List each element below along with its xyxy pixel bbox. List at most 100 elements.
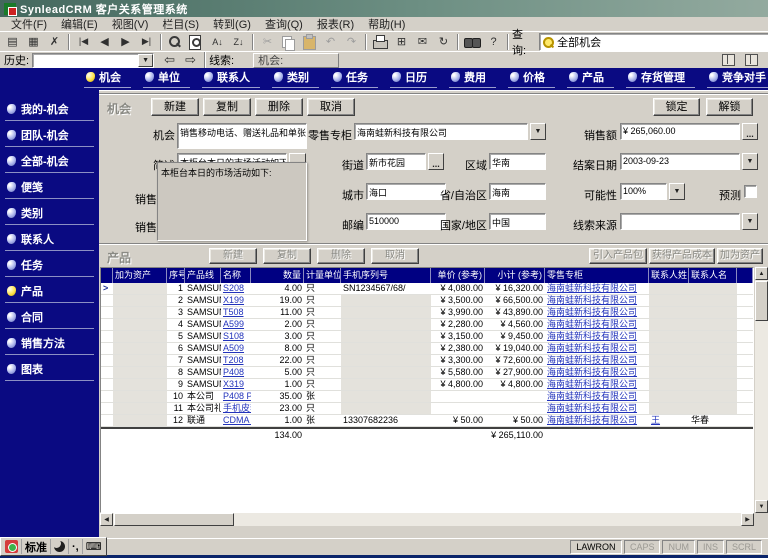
column-header[interactable]: 序号 xyxy=(167,268,185,283)
street-field[interactable]: 新市花园 xyxy=(366,153,426,170)
tab-费用[interactable]: 费用 xyxy=(449,68,496,88)
forecast-checkbox[interactable] xyxy=(744,185,757,198)
sort-asc-icon[interactable]: A↓ xyxy=(207,33,228,51)
cell-name[interactable]: P408 xyxy=(221,367,251,378)
zoom-icon[interactable] xyxy=(165,33,186,51)
cell-name[interactable]: A599 xyxy=(221,319,251,330)
history-dropdown-button[interactable] xyxy=(138,54,153,67)
sidebar-item-全部-机会[interactable]: 全部-机会 xyxy=(5,147,94,173)
column-header[interactable]: 数量 xyxy=(251,268,304,283)
sales-amount-ellipsis-button[interactable] xyxy=(742,123,758,140)
sidebar-item-团队-机会[interactable]: 团队-机会 xyxy=(5,121,94,147)
copy-button[interactable]: 复制 xyxy=(203,98,251,116)
sort-desc-icon[interactable]: Z↓ xyxy=(228,33,249,51)
retail-counter-field[interactable]: 海南蛙新科技有限公司 xyxy=(354,123,528,140)
column-header[interactable] xyxy=(737,268,753,283)
refresh-icon[interactable]: ↻ xyxy=(433,33,454,51)
menu-item[interactable]: 帮助(H) xyxy=(361,16,412,32)
menu-item[interactable]: 查询(Q) xyxy=(258,16,310,32)
sidebar-item-图表[interactable]: 图表 xyxy=(5,355,94,381)
close-date-dropdown-button[interactable] xyxy=(742,153,758,170)
next-record-icon[interactable]: ▶ xyxy=(115,33,136,51)
cell-name[interactable]: T208 xyxy=(221,355,251,366)
delete-button[interactable]: 删除 xyxy=(255,98,303,116)
product-cancel-button[interactable]: 取消 xyxy=(371,248,419,264)
scroll-down-icon[interactable]: ▼ xyxy=(755,500,768,513)
sidebar-item-合同[interactable]: 合同 xyxy=(5,303,94,329)
menu-item[interactable]: 文件(F) xyxy=(4,16,54,32)
ime-logo-segment[interactable] xyxy=(2,539,22,554)
country-field[interactable]: 中国 xyxy=(489,213,546,230)
column-header[interactable]: 零售专柜 xyxy=(545,268,649,283)
cell-counter[interactable]: 海南蛙新科技有限公司 xyxy=(545,331,649,342)
scroll-right-icon[interactable]: ▶ xyxy=(741,513,754,526)
sidebar-item-类别[interactable]: 类别 xyxy=(5,199,94,225)
column-header[interactable]: 小计 (参考) xyxy=(485,268,545,283)
ime-fullhalf-button[interactable] xyxy=(51,539,69,554)
table-row[interactable]: 11本公司礼手机皮套A23.00只海南蛙新科技有限公司 xyxy=(101,403,753,415)
probability-field[interactable]: 100% xyxy=(620,183,667,200)
mail-icon[interactable]: ✉ xyxy=(412,33,433,51)
column-header[interactable]: 名称 xyxy=(221,268,251,283)
tab-单位[interactable]: 单位 xyxy=(143,68,190,88)
column-header[interactable]: 加为资产 xyxy=(113,268,167,283)
column-header[interactable]: 联系人名 xyxy=(689,268,737,283)
sidebar-item-我的-机会[interactable]: 我的-机会 xyxy=(5,95,94,121)
import-product-pack-button[interactable]: 引入产品包 xyxy=(589,248,647,264)
cell-counter[interactable]: 海南蛙新科技有限公司 xyxy=(545,355,649,366)
close-date-field[interactable]: 2003-09-23 xyxy=(620,153,740,170)
horizontal-scroll-thumb[interactable] xyxy=(114,513,234,526)
unlock-button[interactable]: 解锁 xyxy=(706,98,753,116)
cell-counter[interactable]: 海南蛙新科技有限公司 xyxy=(545,367,649,378)
column-header[interactable]: 联系人姓 xyxy=(649,268,689,283)
horizontal-scrollbar[interactable]: ◀ ▶ xyxy=(100,513,754,526)
table-row[interactable]: 8SAMSUNGP4085.00只¥ 5,580.00¥ 27,900.00海南… xyxy=(101,367,753,379)
menu-item[interactable]: 报表(R) xyxy=(310,16,361,32)
column-header[interactable]: 计量单位 xyxy=(304,268,341,283)
tab-任务[interactable]: 任务 xyxy=(331,68,378,88)
cell-counter[interactable]: 海南蛙新科技有限公司 xyxy=(545,391,649,402)
product-delete-button[interactable]: 删除 xyxy=(317,248,365,264)
cell-name[interactable]: CDMA SIM卡 xyxy=(221,415,251,426)
ime-mode-button[interactable]: 标准 xyxy=(22,539,51,554)
menu-item[interactable]: 视图(V) xyxy=(105,16,156,32)
report-card-icon[interactable] xyxy=(720,51,741,69)
cell-counter[interactable]: 海南蛙新科技有限公司 xyxy=(545,379,649,390)
tab-机会[interactable]: 机会 xyxy=(84,68,131,88)
sidebar-item-联系人[interactable]: 联系人 xyxy=(5,225,94,251)
column-header[interactable]: 产品线 xyxy=(185,268,221,283)
retail-counter-dropdown-button[interactable] xyxy=(530,123,546,140)
cell-counter[interactable]: 海南蛙新科技有限公司 xyxy=(545,319,649,330)
table-row[interactable]: 6SAMSUNGA5098.00只¥ 2,380.00¥ 19,040.00海南… xyxy=(101,343,753,355)
history-combo[interactable] xyxy=(32,53,154,68)
tab-价格[interactable]: 价格 xyxy=(508,68,555,88)
last-record-icon[interactable]: ▶| xyxy=(136,33,157,51)
lock-button[interactable]: 锁定 xyxy=(653,98,700,116)
context-help-icon[interactable]: ? xyxy=(483,33,504,51)
cell-name[interactable]: X319 xyxy=(221,379,251,390)
cell-counter[interactable]: 海南蛙新科技有限公司 xyxy=(545,307,649,318)
table-row[interactable]: >1SAMSUNGS2084.00只SN1234567/68/¥ 4,080.0… xyxy=(101,283,753,295)
sidebar-item-产品[interactable]: 产品 xyxy=(5,277,94,303)
new-button[interactable]: 新建 xyxy=(151,98,199,116)
cell-name[interactable]: 手机皮套A xyxy=(221,403,251,414)
print-preview-icon[interactable] xyxy=(186,33,207,51)
brief-popup[interactable]: 本柜台本日的市场活动如下: xyxy=(157,162,307,241)
new-record-icon[interactable]: ▤ xyxy=(2,33,23,51)
tab-产品[interactable]: 产品 xyxy=(567,68,614,88)
report-card2-icon[interactable] xyxy=(743,51,764,69)
table-row[interactable]: 5SAMSUNGS1083.00只¥ 3,150.00¥ 9,450.00海南蛙… xyxy=(101,331,753,343)
open-record-icon[interactable]: ▦ xyxy=(23,33,44,51)
province-field[interactable]: 海南 xyxy=(489,183,546,200)
tab-日历[interactable]: 日历 xyxy=(390,68,437,88)
table-row[interactable]: 10本公司P408 POP35.00张海南蛙新科技有限公司 xyxy=(101,391,753,403)
find-icon[interactable] xyxy=(462,33,483,51)
cell-name[interactable]: T508 xyxy=(221,307,251,318)
print-icon[interactable] xyxy=(370,33,391,51)
cancel-button[interactable]: 取消 xyxy=(307,98,355,116)
table-row[interactable]: 7SAMSUNGT20822.00只¥ 3,300.00¥ 72,600.00海… xyxy=(101,355,753,367)
tab-竞争对手[interactable]: 竞争对手 xyxy=(707,68,768,88)
column-header[interactable]: 手机序列号 xyxy=(341,268,431,283)
menu-item[interactable]: 转到(G) xyxy=(206,16,258,32)
tab-联系人[interactable]: 联系人 xyxy=(202,68,260,88)
